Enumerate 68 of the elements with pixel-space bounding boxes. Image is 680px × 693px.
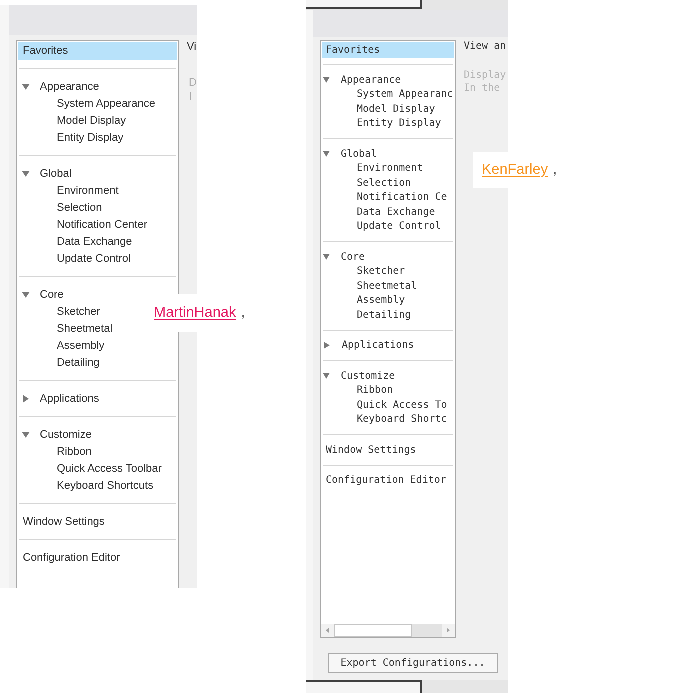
- category-item[interactable]: Environment: [18, 182, 177, 199]
- scrollbar-thumb[interactable]: [334, 624, 412, 637]
- category-item[interactable]: Sketcher: [322, 264, 454, 279]
- description-text: I: [189, 90, 194, 104]
- category-item[interactable]: Detailing: [322, 308, 454, 322]
- category-item[interactable]: Model Display: [322, 102, 454, 116]
- category-item[interactable]: Data Exchange: [18, 233, 177, 250]
- category-item[interactable]: Model Display: [18, 112, 177, 129]
- category-group[interactable]: Core: [18, 286, 177, 303]
- caret-right-icon[interactable]: [324, 342, 330, 350]
- category-item[interactable]: Keyboard Shortc: [322, 412, 454, 427]
- caret-down-icon[interactable]: [22, 84, 30, 90]
- category-item[interactable]: System Appearance: [18, 95, 177, 112]
- caret-down-icon[interactable]: [323, 151, 330, 158]
- category-item[interactable]: Ribbon: [322, 384, 454, 398]
- export-button[interactable]: Export Configurations...: [328, 653, 498, 673]
- caret-down-icon[interactable]: [22, 292, 30, 298]
- category-item[interactable]: Entity Display: [322, 116, 454, 131]
- category-item[interactable]: Assembly: [322, 294, 454, 308]
- comma-text: ,: [241, 305, 246, 321]
- category-item[interactable]: Window Settings: [18, 513, 177, 530]
- category-item[interactable]: Entity Display: [18, 129, 177, 146]
- category-group[interactable]: Global: [18, 165, 177, 182]
- category-item[interactable]: Quick Access To: [322, 398, 454, 412]
- user-link[interactable]: MartinHanak: [154, 305, 236, 321]
- category-item[interactable]: Configuration Editor: [322, 474, 454, 488]
- scroll-left-icon[interactable]: [321, 624, 334, 637]
- category-item[interactable]: Selection: [322, 176, 454, 190]
- category-item[interactable]: Environment: [322, 162, 454, 176]
- category-item[interactable]: Window Settings: [322, 443, 454, 458]
- category-group[interactable]: Applications: [322, 338, 454, 353]
- scroll-right-icon[interactable]: [442, 624, 455, 637]
- category-item[interactable]: Sheetmetal: [322, 279, 454, 294]
- caret-down-icon[interactable]: [323, 254, 330, 260]
- category-item[interactable]: Sheetmetal: [18, 320, 177, 337]
- description-text: Display: [464, 69, 506, 82]
- comma-text: ,: [553, 162, 558, 178]
- caret-down-icon[interactable]: [22, 170, 30, 176]
- category-item[interactable]: Selection: [18, 199, 177, 216]
- category-item[interactable]: Detailing: [18, 354, 177, 371]
- description-text: D: [189, 76, 197, 90]
- category-group[interactable]: Appearance: [18, 78, 177, 95]
- category-group[interactable]: Global: [322, 147, 454, 162]
- category-group[interactable]: Customize: [18, 426, 177, 443]
- caret-down-icon[interactable]: [22, 432, 30, 438]
- caret-right-icon[interactable]: [23, 394, 29, 402]
- category-item[interactable]: Notification Ce: [322, 190, 454, 205]
- category-item[interactable]: Keyboard Shortcuts: [18, 477, 177, 494]
- category-item[interactable]: Favorites: [322, 42, 454, 58]
- description-text: In the: [464, 82, 502, 95]
- page-heading: Vi: [187, 40, 197, 54]
- category-item[interactable]: Update Control: [18, 250, 177, 267]
- category-group[interactable]: Appearance: [322, 73, 454, 88]
- category-group[interactable]: Core: [322, 250, 454, 264]
- category-item[interactable]: Configuration Editor: [18, 549, 177, 566]
- page-heading: View an: [464, 40, 506, 54]
- category-item[interactable]: Quick Access Toolbar: [18, 460, 177, 477]
- caret-down-icon[interactable]: [323, 373, 330, 380]
- category-item[interactable]: Assembly: [18, 337, 177, 354]
- caret-down-icon[interactable]: [323, 77, 330, 84]
- category-group[interactable]: Customize: [322, 369, 454, 384]
- category-item[interactable]: System Appearanc: [322, 88, 454, 102]
- category-item[interactable]: Notification Center: [18, 216, 177, 233]
- category-item[interactable]: Update Control: [322, 220, 454, 234]
- category-item[interactable]: Ribbon: [18, 443, 177, 460]
- category-item[interactable]: Favorites: [18, 42, 177, 60]
- category-item[interactable]: Data Exchange: [322, 205, 454, 220]
- category-group[interactable]: Applications: [18, 390, 177, 407]
